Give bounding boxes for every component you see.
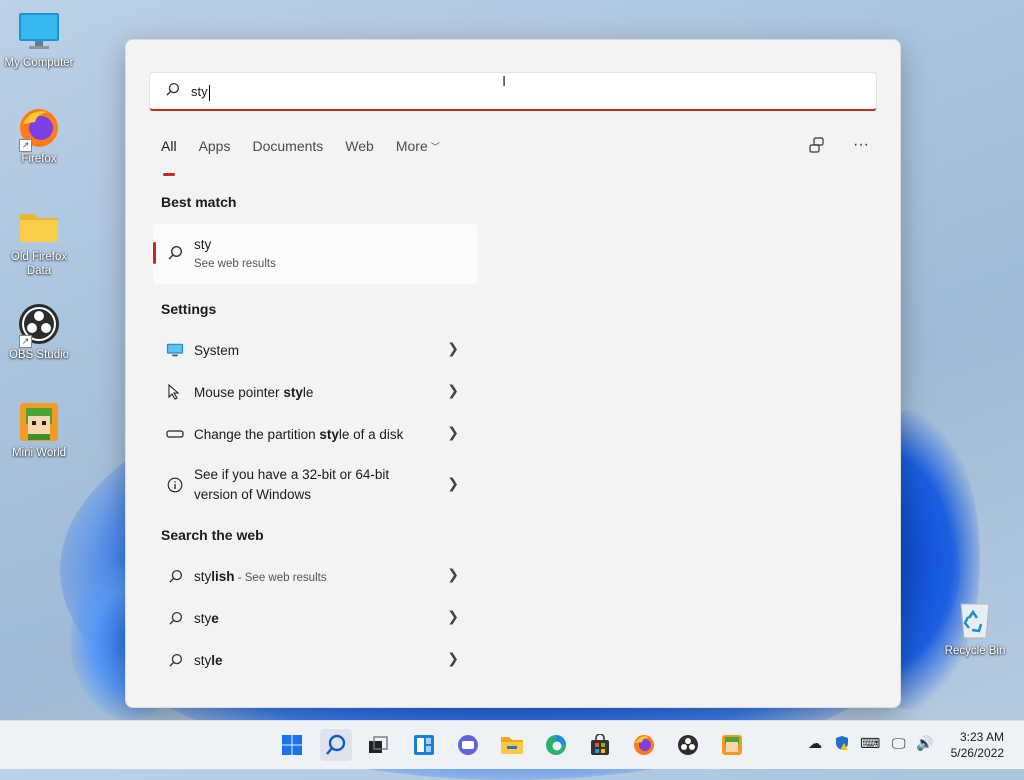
- text-cursor-ibeam-icon: I: [502, 73, 507, 90]
- web-suggestion-stylish[interactable]: stylish - See web results ❯: [153, 555, 471, 595]
- keyboard-icon[interactable]: ⌨: [860, 735, 880, 752]
- desktop-icon-firefox[interactable]: ↗ Firefox: [0, 106, 78, 166]
- chevron-right-icon: ❯: [447, 340, 459, 356]
- settings-heading: Settings: [161, 301, 217, 317]
- chevron-right-icon: ❯: [447, 382, 459, 398]
- chevron-right-icon: ❯: [447, 424, 459, 440]
- panel-actions: ···: [806, 134, 872, 156]
- file-explorer-icon[interactable]: [496, 729, 528, 761]
- search-icon: [166, 567, 184, 585]
- search-query: sty: [191, 84, 210, 101]
- shortcut-arrow-icon: ↗: [19, 335, 32, 348]
- edge-icon[interactable]: [540, 729, 572, 761]
- clock-date: 5/26/2022: [950, 746, 1004, 760]
- desktop-icon-obs-studio[interactable]: ↗ OBS Studio: [0, 302, 78, 362]
- clock-time: 3:23 AM: [959, 730, 1004, 744]
- chevron-right-icon: ❯: [447, 650, 459, 666]
- search-input[interactable]: sty: [149, 72, 877, 111]
- taskbar: ☁ ⌨ 🖵 🔊 3:23 AM 5/26/2022: [0, 720, 1024, 769]
- settings-item-mouse-pointer-style[interactable]: Mouse pointer style ❯: [153, 371, 471, 411]
- tab-web[interactable]: Web: [345, 138, 374, 164]
- best-match-subtitle: See web results: [194, 258, 276, 270]
- chevron-right-icon: ❯: [447, 566, 459, 582]
- monitor-icon: [17, 10, 61, 54]
- web-suggestion-style[interactable]: style ❯: [153, 639, 471, 679]
- search-icon: [166, 651, 184, 669]
- disk-icon: [166, 425, 184, 443]
- volume-icon[interactable]: 🔊: [916, 735, 933, 752]
- best-match-item[interactable]: sty See web results: [153, 224, 478, 284]
- onedrive-offline-icon[interactable]: ☁: [808, 735, 822, 752]
- windows-start-icon[interactable]: [276, 729, 308, 761]
- obs-icon: ↗: [17, 302, 61, 348]
- search-icon: [167, 245, 183, 266]
- start-search-panel: sty I All Apps Documents Web More ﹀ ··· B…: [125, 39, 901, 708]
- info-icon: [166, 476, 184, 494]
- desktop-icon-my-computer[interactable]: My Computer: [0, 10, 78, 70]
- firefox-icon[interactable]: [628, 729, 660, 761]
- desktop-icon-old-firefox-data[interactable]: Old Firefox Data: [0, 204, 78, 278]
- mouse-pointer-icon: [166, 383, 184, 401]
- settings-item-system[interactable]: System ❯: [153, 329, 471, 369]
- security-warning-icon[interactable]: [834, 735, 850, 754]
- tab-more[interactable]: More ﹀: [396, 138, 440, 164]
- widgets-icon[interactable]: [408, 729, 440, 761]
- desktop-icon-recycle-bin[interactable]: Recycle Bin: [936, 598, 1014, 658]
- recycle-bin-icon: [953, 598, 997, 642]
- network-icon[interactable]: 🖵: [892, 735, 906, 752]
- firefox-icon: ↗: [17, 106, 61, 152]
- settings-item-32-or-64-bit[interactable]: See if you have a 32-bit or 64-bit versio…: [153, 465, 471, 515]
- desktop-icon-mini-world[interactable]: Mini World: [0, 400, 78, 460]
- more-options-button[interactable]: ···: [850, 134, 872, 156]
- search-filter-tabs: All Apps Documents Web More ﹀: [161, 138, 462, 176]
- store-icon[interactable]: [584, 729, 616, 761]
- folder-icon: [17, 204, 61, 248]
- tab-documents[interactable]: Documents: [252, 138, 323, 164]
- best-match-title: sty: [194, 237, 212, 252]
- mini-world-icon[interactable]: [716, 729, 748, 761]
- search-icon: [166, 609, 184, 627]
- chevron-right-icon: ❯: [447, 608, 459, 624]
- account-icon: [809, 137, 824, 153]
- search-icon[interactable]: [320, 729, 352, 761]
- shortcut-arrow-icon: ↗: [19, 139, 32, 152]
- search-the-web-heading: Search the web: [161, 527, 264, 543]
- chevron-down-icon: ﹀: [430, 142, 440, 152]
- web-suggestion-stye[interactable]: stye ❯: [153, 597, 471, 637]
- account-switch-button[interactable]: [806, 134, 828, 156]
- mini-world-icon: [17, 400, 61, 444]
- obs-icon[interactable]: [672, 729, 704, 761]
- tab-all[interactable]: All: [161, 138, 177, 176]
- settings-item-partition-style[interactable]: Change the partition style of a disk ❯: [153, 413, 471, 453]
- task-view-icon[interactable]: [362, 729, 394, 761]
- tab-apps[interactable]: Apps: [199, 138, 231, 164]
- chevron-right-icon: ❯: [447, 475, 459, 491]
- clock[interactable]: 3:23 AM 5/26/2022: [951, 729, 1004, 761]
- chat-icon[interactable]: [452, 729, 484, 761]
- search-icon: [165, 82, 180, 102]
- selection-indicator: [153, 242, 156, 264]
- system-display-icon: [166, 341, 184, 359]
- best-match-heading: Best match: [161, 194, 237, 210]
